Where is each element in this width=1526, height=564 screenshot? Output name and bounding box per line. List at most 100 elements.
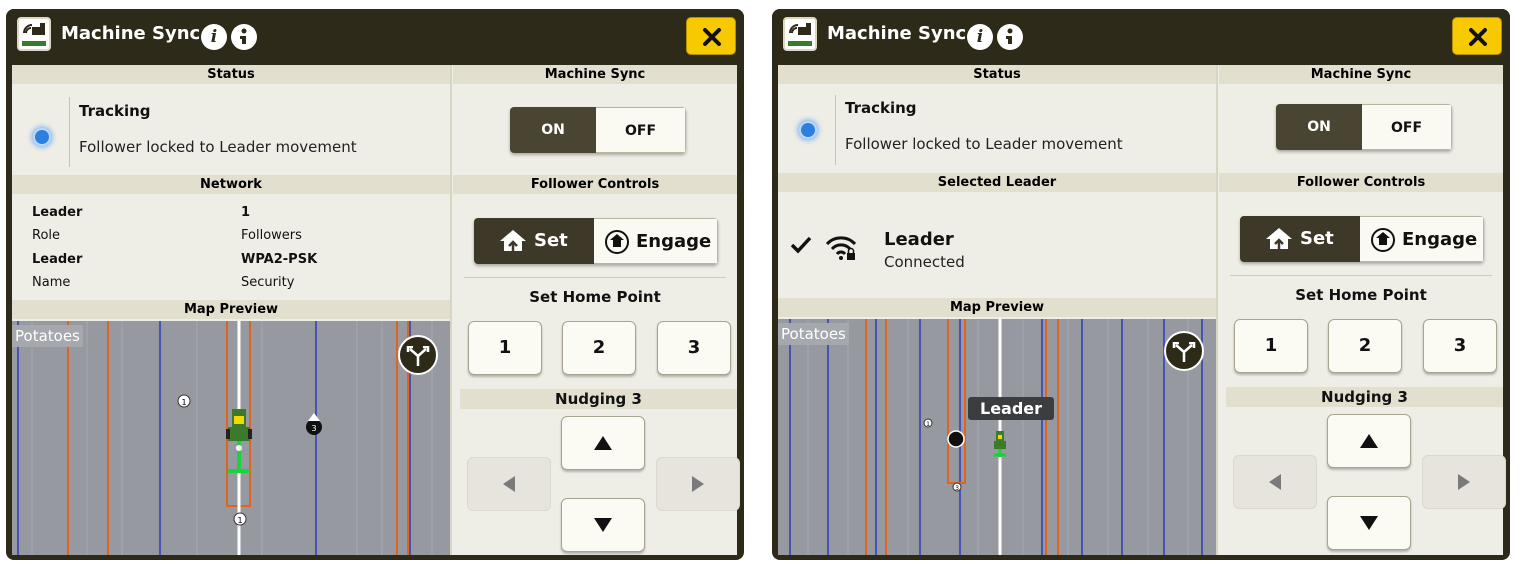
network-label: Leader — [32, 205, 83, 220]
nudging-label: Nudging 3 — [1226, 387, 1503, 407]
tractor-icon — [226, 409, 252, 473]
field-name-label: Potatoes — [12, 325, 83, 347]
engage-icon — [1371, 228, 1395, 252]
status-indicator-icon — [801, 123, 815, 137]
toggle-off[interactable]: OFF — [1362, 104, 1452, 150]
follower-mode-toggle[interactable]: Set Engage — [1240, 216, 1484, 262]
set-button[interactable]: Set — [474, 218, 594, 264]
info-icon[interactable]: i — [201, 24, 227, 50]
leader-name: Leader — [884, 229, 954, 250]
nudge-up-button[interactable] — [1327, 414, 1411, 468]
home-point-2-button[interactable]: 2 — [1328, 319, 1402, 373]
map-marker-label: 1 — [181, 398, 186, 407]
home-set-icon — [1266, 228, 1292, 249]
status-header: Status — [12, 65, 450, 84]
toggle-off[interactable]: OFF — [596, 107, 686, 153]
map-canvas: 1 3 — [789, 319, 1203, 555]
arrow-down-icon — [1360, 516, 1378, 530]
arrow-down-icon — [594, 518, 612, 532]
home-set-icon — [500, 230, 526, 251]
nudge-down-button[interactable] — [1327, 496, 1411, 550]
toggle-on[interactable]: ON — [510, 107, 596, 153]
network-value: WPA2-PSK — [241, 252, 318, 267]
machine-sync-app-icon — [17, 17, 51, 51]
tractor-icon — [994, 431, 1006, 457]
title-bar: Machine Sync i — [6, 9, 744, 63]
status-header: Status — [778, 65, 1216, 84]
network-value: 1 — [241, 205, 251, 220]
nudge-up-button[interactable] — [561, 416, 645, 470]
arrow-up-icon — [594, 436, 612, 450]
map-marker-label: 1 — [926, 421, 930, 428]
swap-view-button[interactable] — [398, 335, 438, 375]
nudge-left-button[interactable] — [467, 457, 551, 511]
engage-button[interactable]: Engage — [1360, 216, 1484, 262]
home-point-2-button[interactable]: 2 — [562, 321, 636, 375]
map-marker-label: 1 — [237, 516, 242, 525]
swap-icon — [406, 346, 430, 366]
selected-leader-header: Selected Leader — [778, 173, 1216, 192]
map-preview-header: Map Preview — [12, 300, 450, 319]
follower-controls-header: Follower Controls — [1219, 173, 1503, 192]
help-icon[interactable] — [997, 24, 1023, 50]
window-title: Machine Sync — [61, 23, 201, 44]
info-icon[interactable]: i — [967, 24, 993, 50]
home-point-3-button[interactable]: 3 — [657, 321, 731, 375]
nudge-left-button[interactable] — [1233, 455, 1317, 509]
home-point-1-button[interactable]: 1 — [1234, 319, 1308, 373]
map-preview[interactable]: 1 3 1 Potatoes — [12, 321, 450, 555]
network-value: Followers — [241, 228, 302, 243]
window-title: Machine Sync — [827, 23, 967, 44]
status-state: Tracking — [845, 99, 917, 117]
network-value: Security — [241, 275, 295, 290]
nudging-label: Nudging 3 — [460, 389, 737, 409]
wifi-locked-icon — [825, 236, 857, 260]
home-point-3-button[interactable]: 3 — [1423, 319, 1497, 373]
swap-icon — [1172, 342, 1196, 362]
follower-mode-toggle[interactable]: Set Engage — [474, 218, 718, 264]
status-state: Tracking — [79, 102, 151, 120]
map-preview-header: Map Preview — [778, 298, 1216, 317]
machine-sync-app-icon — [783, 17, 817, 51]
machine-sync-header: Machine Sync — [453, 65, 737, 84]
map-marker-label: 3 — [955, 485, 959, 492]
network-label: Leader — [32, 252, 83, 267]
arrow-right-icon — [1458, 474, 1470, 490]
machine-sync-toggle[interactable]: ON OFF — [510, 107, 686, 153]
close-icon — [703, 28, 721, 46]
engage-button[interactable]: Engage — [594, 218, 718, 264]
content-area: Status Machine Sync Tracking Follower lo… — [12, 65, 740, 555]
help-icon[interactable] — [231, 24, 257, 50]
field-name-label: Potatoes — [778, 323, 849, 345]
nudge-down-button[interactable] — [561, 498, 645, 552]
home-point-1-button[interactable]: 1 — [468, 321, 542, 375]
map-marker-label: 3 — [311, 424, 316, 433]
close-button[interactable] — [686, 17, 736, 55]
arrow-right-icon — [692, 476, 704, 492]
leader-connection-state: Connected — [884, 253, 965, 271]
close-icon — [1469, 28, 1487, 46]
arrow-left-icon — [503, 476, 515, 492]
status-detail: Follower locked to Leader movement — [79, 138, 357, 156]
set-home-point-label: Set Home Point — [529, 288, 661, 306]
set-button[interactable]: Set — [1240, 216, 1360, 262]
title-bar: Machine Sync i — [772, 9, 1510, 63]
map-canvas: 1 3 1 — [17, 321, 433, 555]
machine-sync-window-network: Machine Sync i Status Machine Sync Track… — [6, 9, 744, 560]
map-preview[interactable]: 1 3 Potatoes Leader — [778, 319, 1216, 555]
machine-sync-window-leader: Machine Sync i Status Machine Sync Track… — [772, 9, 1510, 560]
nudge-right-button[interactable] — [1422, 455, 1506, 509]
swap-view-button[interactable] — [1164, 331, 1204, 371]
machine-sync-header: Machine Sync — [1219, 65, 1503, 84]
arrow-up-icon — [1360, 434, 1378, 448]
checkmark-icon — [790, 236, 812, 254]
set-home-point-label: Set Home Point — [1295, 286, 1427, 304]
machine-sync-toggle[interactable]: ON OFF — [1276, 104, 1452, 150]
toggle-on[interactable]: ON — [1276, 104, 1362, 150]
close-button[interactable] — [1452, 17, 1502, 55]
content-area: Status Machine Sync Tracking Follower lo… — [778, 65, 1506, 555]
follower-controls-header: Follower Controls — [453, 175, 737, 194]
arrow-left-icon — [1269, 474, 1281, 490]
leader-map-tag: Leader — [968, 397, 1055, 420]
nudge-right-button[interactable] — [656, 457, 740, 511]
